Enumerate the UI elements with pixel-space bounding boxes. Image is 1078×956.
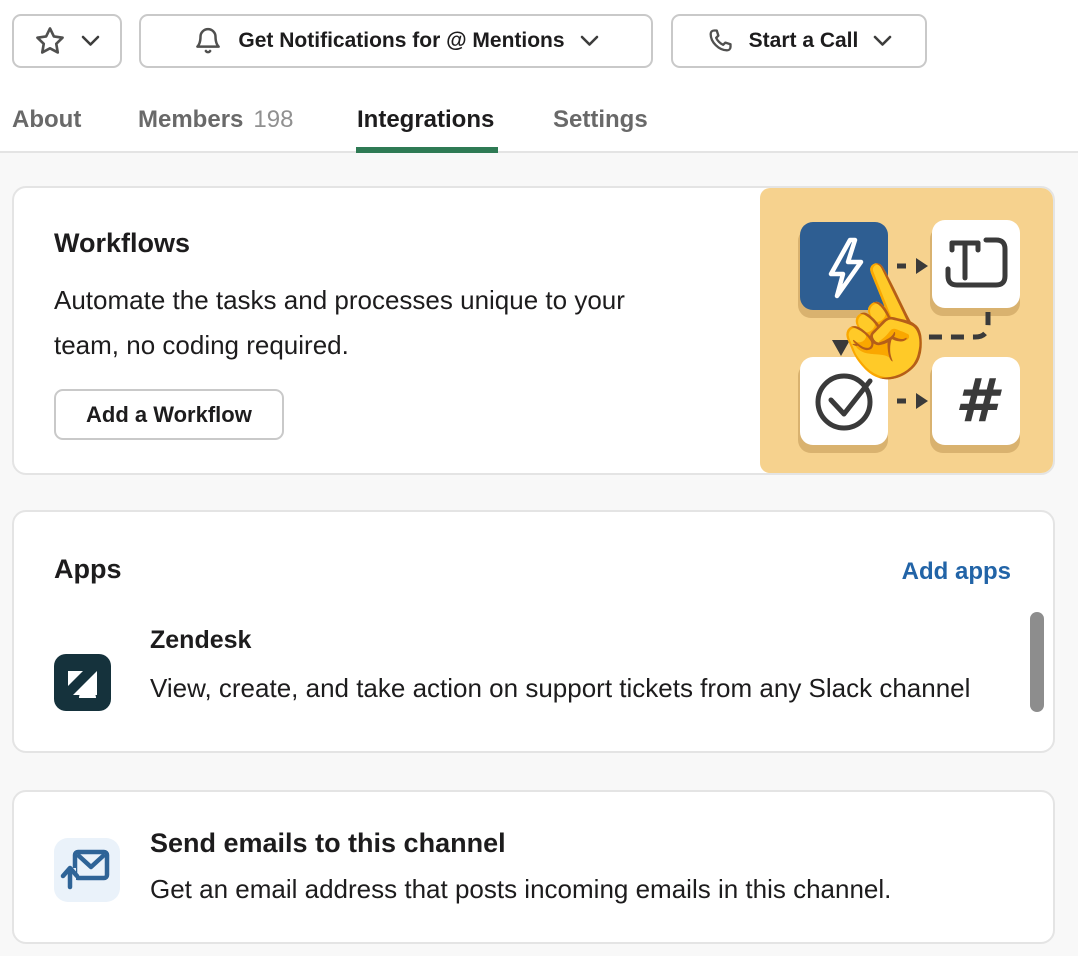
start-call-button-label: Start a Call xyxy=(749,29,859,53)
svg-text:#: # xyxy=(955,366,1002,436)
chevron-down-icon xyxy=(580,35,599,47)
add-workflow-button[interactable]: Add a Workflow xyxy=(54,389,284,440)
tab-settings-label: Settings xyxy=(553,106,648,133)
send-emails-card[interactable]: Send emails to this channel Get an email… xyxy=(12,790,1055,944)
bell-icon xyxy=(193,26,223,56)
channel-details-dialog: Get Notifications for @ Mentions Start a… xyxy=(0,0,1078,956)
tab-members-label: Members xyxy=(138,106,243,133)
workflows-title: Workflows xyxy=(54,228,190,259)
tab-about-label: About xyxy=(12,106,81,133)
text-snippet-icon xyxy=(932,220,1020,308)
email-icon xyxy=(54,838,120,902)
hash-icon: # xyxy=(932,357,1020,445)
workflows-card: Workflows Automate the tasks and process… xyxy=(12,186,1055,475)
apps-scrollbar[interactable] xyxy=(1030,612,1044,712)
app-name: Zendesk xyxy=(150,626,251,655)
notifications-button-label: Get Notifications for @ Mentions xyxy=(238,29,564,53)
tab-about[interactable]: About xyxy=(12,106,81,134)
email-card-description: Get an email address that posts incoming… xyxy=(150,874,1030,905)
chevron-down-icon xyxy=(81,35,100,47)
app-row-zendesk[interactable]: Zendesk View, create, and take action on… xyxy=(14,622,1014,753)
tab-integrations[interactable]: Integrations xyxy=(357,106,494,134)
active-tab-underline xyxy=(356,147,498,153)
workflows-illustration: # ☝ xyxy=(760,188,1053,473)
members-count: 198 xyxy=(253,106,293,133)
apps-title: Apps xyxy=(54,554,122,585)
add-apps-link[interactable]: Add apps xyxy=(902,558,1011,586)
notifications-button[interactable]: Get Notifications for @ Mentions xyxy=(139,14,653,68)
header: Get Notifications for @ Mentions Start a… xyxy=(0,0,1078,153)
tab-integrations-label: Integrations xyxy=(357,106,494,133)
tab-settings[interactable]: Settings xyxy=(553,106,648,134)
app-description: View, create, and take action on support… xyxy=(150,666,1010,738)
workflows-description: Automate the tasks and processes unique … xyxy=(54,278,684,368)
star-icon xyxy=(34,25,66,57)
zendesk-logo-icon xyxy=(54,654,111,711)
apps-card: Apps Add apps Zendesk View, create, and … xyxy=(12,510,1055,753)
add-workflow-button-label: Add a Workflow xyxy=(86,402,252,428)
star-channel-button[interactable] xyxy=(12,14,122,68)
email-card-title: Send emails to this channel xyxy=(150,828,506,859)
phone-icon xyxy=(706,27,734,55)
start-call-button[interactable]: Start a Call xyxy=(671,14,927,68)
chevron-down-icon xyxy=(873,35,892,47)
tab-members[interactable]: Members 198 xyxy=(138,106,293,134)
